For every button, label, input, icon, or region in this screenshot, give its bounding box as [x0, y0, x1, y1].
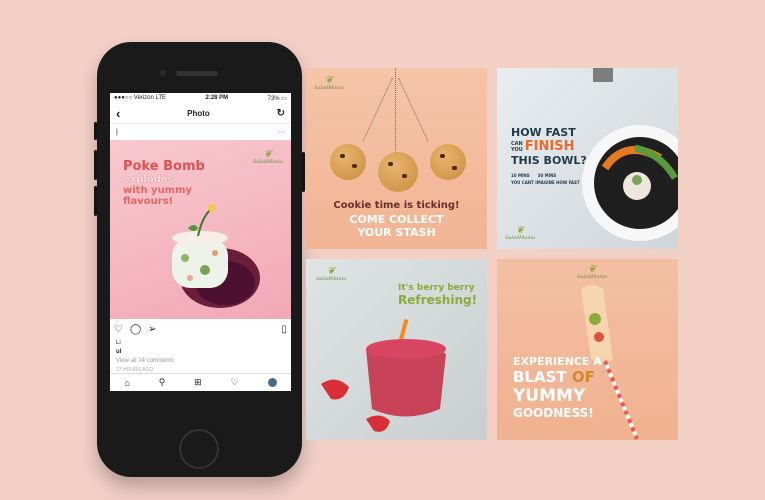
cookie-line2: COME COLLECT: [349, 213, 444, 226]
salad-bowl: [582, 125, 678, 241]
bookmark-icon[interactable]: ▯: [281, 324, 287, 335]
more-icon[interactable]: ···: [278, 129, 285, 136]
poke-bomb-illustration: [172, 204, 260, 308]
carrier-label: ●●●○○ Verizon LTE: [114, 95, 167, 101]
post-image[interactable]: Poke Bomb explodes with yummy flavours! …: [110, 140, 291, 319]
view-comments-link[interactable]: View all 14 comments: [110, 357, 291, 366]
share-icon[interactable]: ➢: [148, 324, 156, 335]
refresh-icon[interactable]: ↻: [277, 108, 285, 119]
app-navbar: ‹ Photo ↻: [110, 103, 291, 124]
heart-icon[interactable]: ♡: [231, 377, 239, 388]
page-title: Photo: [187, 108, 210, 118]
heart-icon[interactable]: ♡: [114, 324, 123, 335]
username[interactable]: |: [116, 129, 118, 136]
blast-word-of: OF: [571, 368, 595, 386]
add-icon[interactable]: ⊞: [194, 377, 202, 388]
post-line-with-yummy: with yummy: [123, 185, 193, 196]
post-actions: ♡ ◯ ➢ ▯: [110, 319, 291, 339]
option-30-mins: 30 MINS: [537, 173, 557, 178]
chain: [362, 77, 393, 142]
cookie-line3: YOUR STASH: [357, 226, 436, 239]
bowl-line1: HOW FAST: [511, 126, 576, 139]
clock: 2:28 PM: [205, 95, 229, 101]
cookie-right: [430, 144, 466, 180]
brand-logo: ❦ SaladMania: [316, 266, 347, 283]
comment-icon[interactable]: ◯: [130, 324, 141, 335]
post-header: | ···: [110, 124, 291, 140]
profile-icon[interactable]: [267, 378, 277, 387]
front-camera: [160, 70, 166, 76]
chain: [395, 68, 396, 153]
card-bowl: HOW FAST CAN YOU FINISH THIS BOWL? 10 MIN…: [497, 68, 678, 249]
phone-screen: ●●●○○ Verizon LTE 2:28 PM 73% ▭ ‹ Photo …: [110, 93, 291, 391]
option-10-mins: 10 MINS: [511, 173, 530, 178]
cookie-center: [378, 152, 418, 192]
blast-line4: GOODNESS!: [513, 406, 594, 420]
smoothie-illustration: [321, 319, 446, 432]
caption: ul: [116, 349, 122, 355]
blast-word-blast: BLAST: [513, 368, 567, 386]
berry-line1: It's berry berry: [398, 283, 475, 293]
chain: [398, 77, 429, 142]
bowl-can: CAN: [511, 140, 523, 147]
blast-line3: YUMMY: [513, 386, 586, 406]
bowl-you: YOU: [511, 146, 523, 153]
brand-logo: ❦ SaladMania: [252, 149, 283, 166]
fork: [593, 68, 613, 82]
post-line-explodes: explodes: [123, 174, 174, 185]
cookie-text: Cookie time is ticking! COME COLLECT YOU…: [306, 200, 487, 239]
blast-text: EXPERIENCE A BLAST OF YUMMY GOODNESS!: [513, 355, 602, 420]
card-blast: ❦ SaladMania EXPERIENCE A BLAST OF YUMMY …: [497, 259, 678, 440]
home-button[interactable]: [179, 429, 219, 469]
battery-indicator: 73% ▭: [267, 95, 287, 102]
option-unknown: YOU CANT IMAGINE HOW FAST: [511, 180, 580, 185]
card-cookie: ❦ SaladMania Cookie time is ticking! COME…: [306, 68, 487, 249]
home-icon[interactable]: ⌂: [124, 378, 129, 388]
berry-text: It's berry berry Refreshing!: [398, 283, 477, 307]
cookie-line1: Cookie time is ticking!: [333, 200, 460, 211]
phone-speaker: [176, 71, 218, 76]
likes-count: Li: [116, 340, 121, 346]
cookie-left: [330, 144, 366, 180]
brand-logo: ❦ SaladMania: [314, 75, 345, 92]
back-icon[interactable]: ‹: [116, 106, 120, 121]
berry-line2: Refreshing!: [398, 293, 478, 307]
blast-line1: EXPERIENCE A: [513, 355, 602, 368]
bowl-text: HOW FAST CAN YOU FINISH THIS BOWL? 10 MIN…: [511, 126, 587, 185]
search-icon[interactable]: ⚲: [159, 377, 166, 388]
status-bar: ●●●○○ Verizon LTE 2:28 PM 73% ▭: [110, 93, 291, 103]
card-berry: ❦ SaladMania It's berry berry Refreshing!: [306, 259, 487, 440]
bottom-tab-bar: ⌂ ⚲ ⊞ ♡: [110, 373, 291, 391]
post-title: Poke Bomb: [123, 159, 205, 174]
brand-logo: ❦ SaladMania: [505, 225, 536, 242]
brand-logo: ❦ SaladMania: [577, 264, 608, 281]
bowl-line3: THIS BOWL?: [511, 154, 587, 167]
bowl-finish: FINISH: [524, 139, 575, 154]
